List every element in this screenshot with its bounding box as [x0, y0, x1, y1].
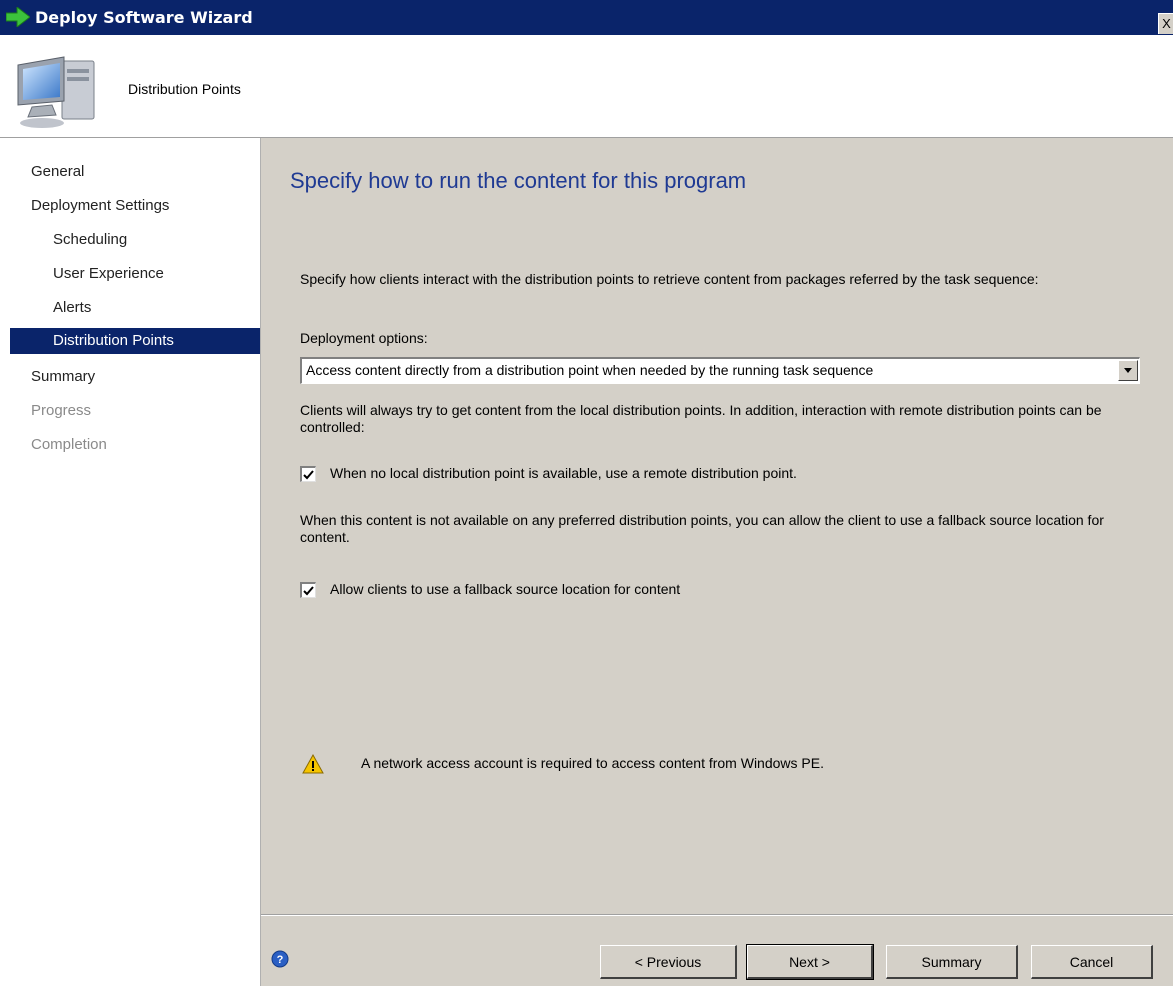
local-dp-text: Clients will always try to get content f…: [300, 402, 1102, 435]
nav-item-summary[interactable]: Summary: [10, 364, 260, 390]
wizard-arrow-icon: [6, 7, 30, 27]
wizard-content: Specify how to run the content for this …: [261, 138, 1173, 986]
remote-dp-checkbox[interactable]: [300, 466, 316, 482]
summary-button[interactable]: Summary: [886, 945, 1018, 979]
page-heading: Specify how to run the content for this …: [290, 168, 747, 193]
checkmark-icon: [303, 586, 314, 596]
wizard-header: Distribution Points: [0, 35, 1173, 138]
nav-item-general[interactable]: General: [10, 159, 260, 185]
deployment-options-label: Deployment options:: [300, 330, 428, 346]
help-icon[interactable]: ?: [271, 950, 289, 968]
computer-icon: [17, 56, 95, 128]
header-page-name: Distribution Points: [128, 81, 241, 97]
window-title: Deploy Software Wizard: [35, 8, 253, 27]
title-bar: Deploy Software Wizard X: [0, 0, 1173, 35]
fallback-text: When this content is not available on an…: [300, 512, 1104, 545]
nav-item-completion: Completion: [31, 436, 107, 453]
divider: [261, 914, 1173, 916]
close-icon: X: [1162, 16, 1171, 31]
next-button[interactable]: Next >: [746, 944, 874, 980]
cancel-button[interactable]: Cancel: [1031, 945, 1153, 979]
checkmark-icon: [303, 470, 314, 480]
nav-item-deployment-settings[interactable]: Deployment Settings: [10, 193, 260, 219]
nav-item-scheduling[interactable]: Scheduling: [10, 227, 260, 253]
previous-button[interactable]: < Previous: [600, 945, 737, 979]
remote-dp-label: When no local distribution point is avai…: [330, 465, 797, 481]
wizard-step-nav: General Deployment Settings Scheduling U…: [0, 138, 261, 986]
warning-icon: [302, 754, 324, 774]
nav-item-distribution-points[interactable]: Distribution Points: [10, 328, 260, 354]
fallback-checkbox[interactable]: [300, 582, 316, 598]
svg-text:?: ?: [277, 954, 284, 966]
deployment-options-select[interactable]: Access content directly from a distribut…: [300, 357, 1140, 384]
chevron-down-icon[interactable]: [1118, 360, 1138, 381]
nav-item-user-experience[interactable]: User Experience: [10, 261, 260, 287]
intro-text: Specify how clients interact with the di…: [300, 271, 1039, 287]
nav-item-alerts[interactable]: Alerts: [10, 295, 260, 321]
warning-text: A network access account is required to …: [361, 755, 824, 771]
nav-item-progress: Progress: [31, 402, 92, 419]
close-button[interactable]: X: [1158, 13, 1173, 34]
fallback-label: Allow clients to use a fallback source l…: [330, 581, 681, 597]
deployment-options-value: Access content directly from a distribut…: [306, 362, 874, 378]
